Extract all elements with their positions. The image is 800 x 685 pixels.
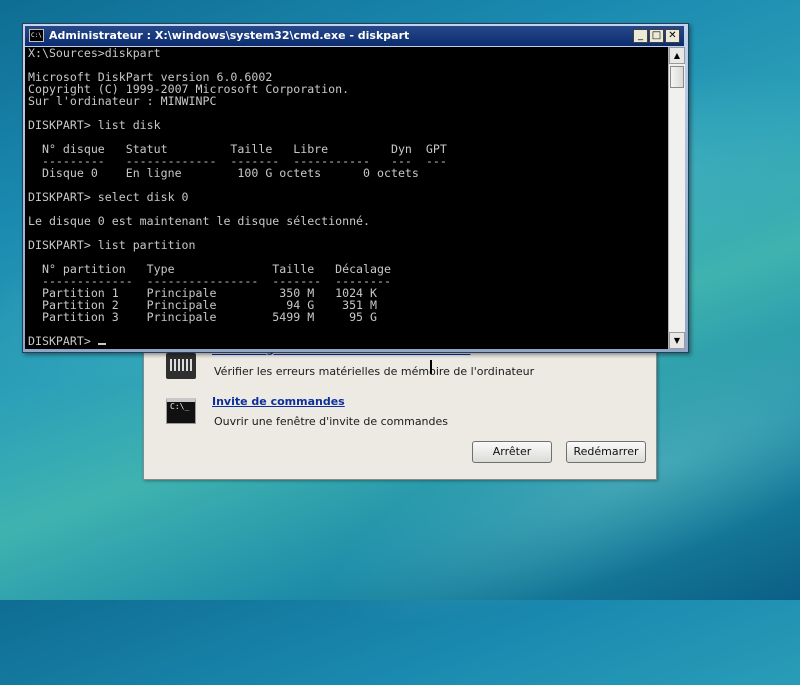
text-cursor — [97, 343, 106, 345]
command-prompt-description: Ouvrir une fenêtre d'invite de commandes — [214, 415, 449, 428]
maximize-button[interactable]: □ — [649, 29, 664, 43]
window-titlebar[interactable]: C:\ Administrateur : X:\windows\system32… — [25, 26, 684, 46]
console-line: DISKPART> — [25, 335, 668, 347]
mouse-cursor — [430, 360, 432, 374]
console-line: Disque 0 En ligne 100 G octets 0 octets — [28, 166, 419, 180]
scroll-down-arrow-icon[interactable]: ▼ — [669, 332, 685, 349]
console-text: X:\Sources>diskpart Microsoft DiskPart v… — [25, 47, 668, 347]
console-line: DISKPART> select disk 0 — [28, 190, 189, 204]
minimize-button[interactable]: _ — [633, 29, 648, 43]
cmd-window-icon[interactable]: C:\ — [29, 29, 44, 42]
console-output[interactable]: X:\Sources>diskpart Microsoft DiskPart v… — [25, 47, 668, 349]
close-button[interactable]: ✕ — [665, 29, 680, 43]
window-title: Administrateur : X:\windows\system32\cmd… — [49, 29, 410, 42]
scrollbar-thumb[interactable] — [670, 66, 684, 88]
console-line: Partition 3 Principale 5499 M 95 G — [28, 310, 378, 324]
console-line: X:\Sources>diskpart — [28, 47, 161, 60]
console-line — [25, 323, 668, 335]
console-line: DISKPART> list disk — [28, 118, 161, 132]
memory-diagnostic-description: Vérifier les erreurs matérielles de mémo… — [214, 365, 535, 378]
console-line: DISKPART> list partition — [28, 238, 196, 252]
memory-chip-icon — [166, 353, 196, 379]
command-prompt-link[interactable]: Invite de commandes — [212, 395, 345, 408]
scroll-up-arrow-icon[interactable]: ▲ — [669, 47, 685, 64]
console-line: Le disque 0 est maintenant le disque sél… — [28, 214, 371, 228]
console-line: Sur l'ordinateur : MINWINPC — [28, 94, 217, 108]
restart-button[interactable]: Redémarrer — [566, 441, 646, 463]
shutdown-button[interactable]: Arrêter — [472, 441, 552, 463]
cmd-window[interactable]: C:\ Administrateur : X:\windows\system32… — [22, 23, 689, 353]
command-prompt-icon: C:\_ — [166, 398, 196, 424]
vertical-scrollbar[interactable]: ▲ ▼ — [668, 47, 685, 349]
